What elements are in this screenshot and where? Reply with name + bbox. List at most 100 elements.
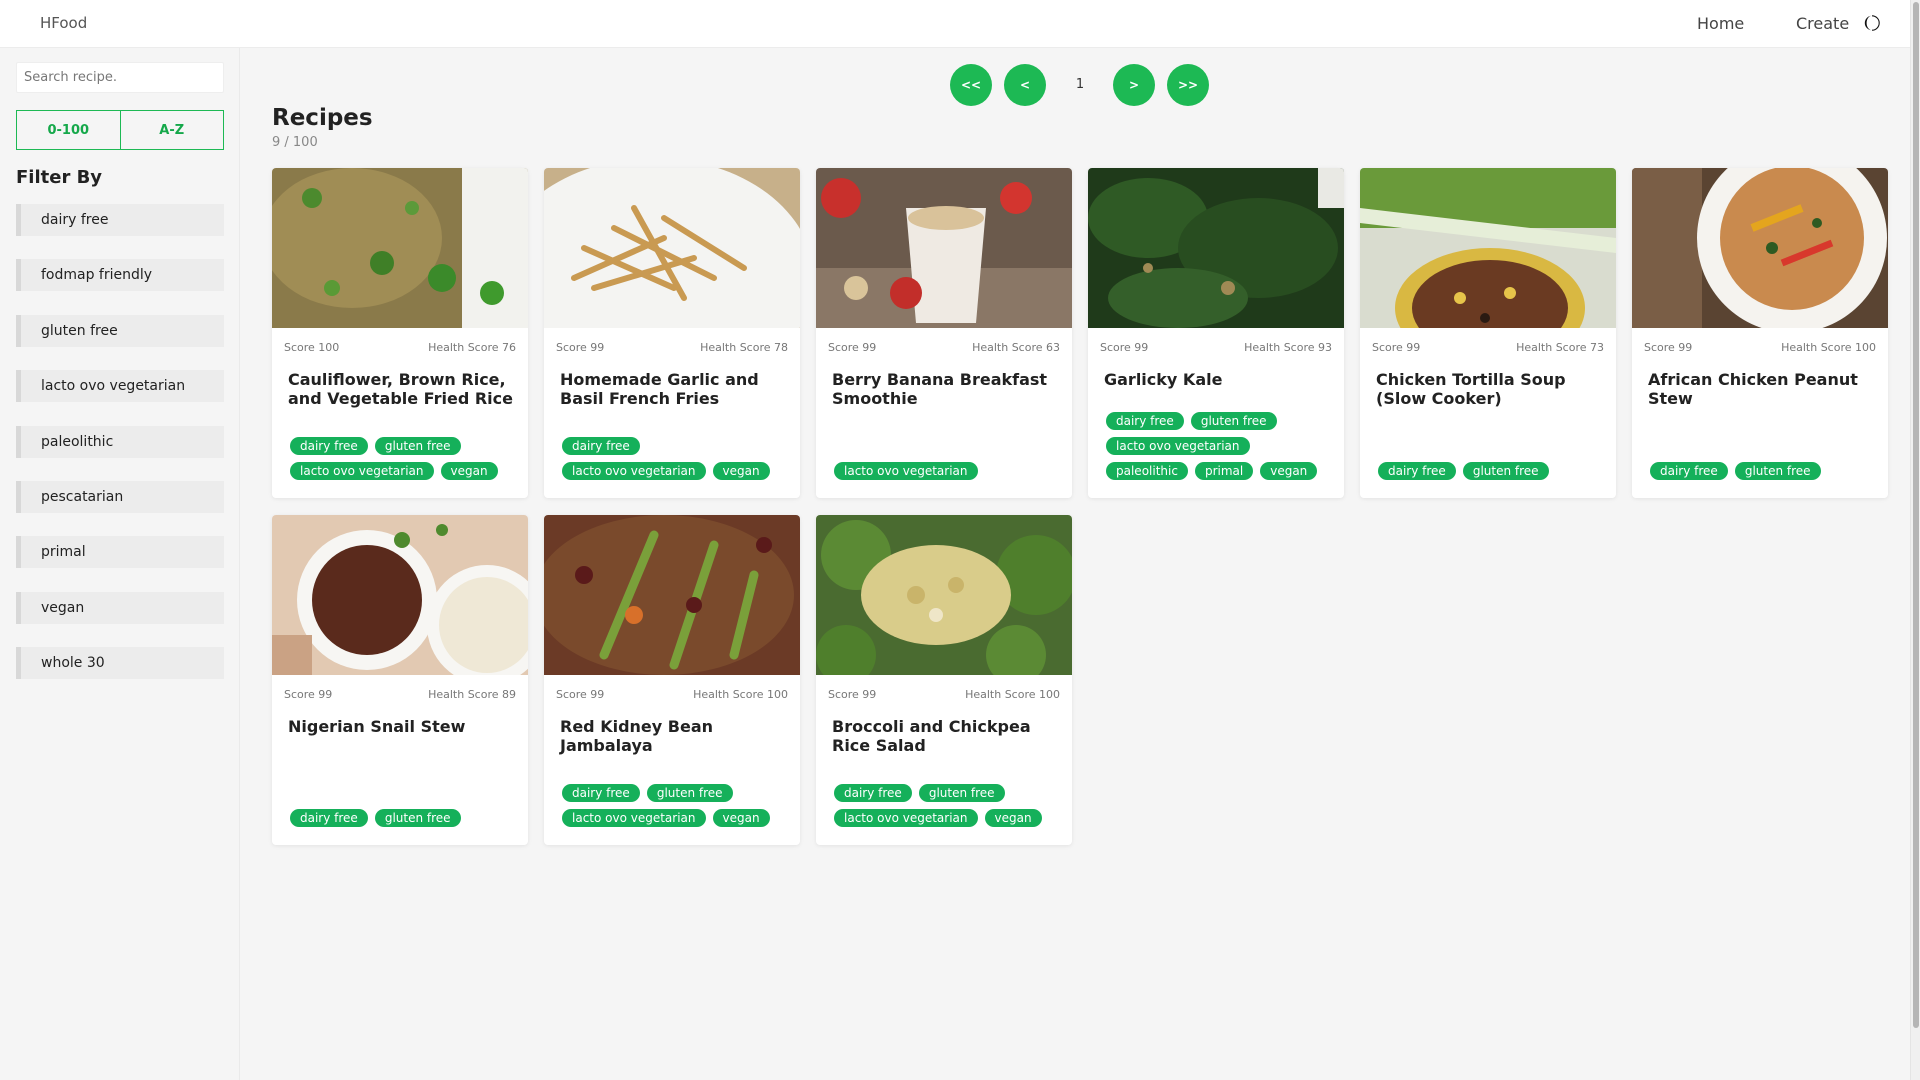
recipe-card[interactable]: Score 100 Health Score 76 Cauliflower, B… [272, 168, 528, 498]
diet-tag: lacto ovo vegetarian [562, 462, 706, 480]
recipe-title[interactable]: Nigerian Snail Stew [288, 717, 516, 736]
filter-item-primal[interactable]: primal [16, 536, 224, 569]
diet-tag: vegan [712, 462, 770, 480]
recipe-card[interactable]: Score 99 Health Score 73 Chicken Tortill… [1360, 168, 1616, 498]
scrollbar-thumb[interactable] [1913, 2, 1919, 1028]
filter-item-paleolithic[interactable]: paleolithic [16, 425, 224, 458]
recipe-health-score: Health Score 78 [700, 341, 788, 354]
diet-tag: gluten free [1190, 412, 1277, 430]
fried-rice-photo [272, 168, 528, 328]
diet-tag: dairy free [290, 437, 368, 455]
top-navbar: HFood Home Create [0, 0, 1910, 48]
diet-tag: gluten free [646, 784, 733, 802]
pager-current-page: 1 [1075, 77, 1085, 92]
recipe-title[interactable]: Chicken Tortilla Soup (Slow Cooker) [1376, 370, 1604, 408]
recipe-health-score: Health Score 89 [428, 688, 516, 701]
recipe-title[interactable]: Red Kidney Bean Jambalaya [560, 717, 788, 755]
diet-tag: lacto ovo vegetarian [834, 462, 978, 480]
recipe-card[interactable]: Score 99 Health Score 89 Nigerian Snail … [272, 515, 528, 845]
diet-tag: lacto ovo vegetarian [1106, 437, 1250, 455]
recipe-title[interactable]: Homemade Garlic and Basil French Fries [560, 370, 788, 408]
search-input[interactable] [16, 62, 224, 93]
recipe-health-score: Health Score 100 [965, 688, 1060, 701]
diet-tag: gluten free [918, 784, 1005, 802]
recipe-health-score: Health Score 73 [1516, 341, 1604, 354]
recipe-score: Score 99 [1372, 341, 1421, 354]
recipe-card[interactable]: Score 99 Health Score 63 Berry Banana Br… [816, 168, 1072, 498]
peanut-stew-photo [1632, 168, 1888, 328]
jambalaya-photo [544, 515, 800, 675]
recipe-tags: dairy free gluten free lacto ovo vegetar… [834, 784, 1062, 827]
diet-tag: vegan [984, 809, 1042, 827]
recipe-score: Score 99 [1644, 341, 1693, 354]
recipe-health-score: Health Score 93 [1244, 341, 1332, 354]
sort-toggle-group: 0-100 A-Z [16, 110, 224, 150]
diet-tag: dairy free [834, 784, 912, 802]
recipe-tags: dairy free gluten free [1378, 462, 1606, 480]
pager-next-button[interactable]: > [1113, 64, 1155, 106]
recipe-card[interactable]: Score 99 Health Score 93 Garlicky Kale d… [1088, 168, 1344, 498]
filter-item-pescatarian[interactable]: pescatarian [16, 480, 224, 513]
theme-toggle-icon[interactable] [1863, 14, 1881, 32]
pager-last-button[interactable]: >> [1167, 64, 1209, 106]
recipe-score: Score 99 [828, 341, 877, 354]
diet-tag: vegan [712, 809, 770, 827]
recipe-card[interactable]: Score 99 Health Score 78 Homemade Garlic… [544, 168, 800, 498]
recipe-card[interactable]: Score 99 Health Score 100 Red Kidney Bea… [544, 515, 800, 845]
recipe-title[interactable]: Cauliflower, Brown Rice, and Vegetable F… [288, 370, 516, 408]
recipe-tags: dairy free gluten free lacto ovo vegetar… [290, 437, 518, 480]
recipe-score: Score 99 [828, 688, 877, 701]
filter-item-whole-30[interactable]: whole 30 [16, 647, 224, 680]
filter-item-lacto-ovo-vegetarian[interactable]: lacto ovo vegetarian [16, 370, 224, 403]
diet-tag: dairy free [562, 784, 640, 802]
filter-title: Filter By [16, 167, 103, 188]
recipe-title[interactable]: Broccoli and Chickpea Rice Salad [832, 717, 1060, 755]
recipe-title[interactable]: Berry Banana Breakfast Smoothie [832, 370, 1060, 408]
recipe-title[interactable]: Garlicky Kale [1104, 370, 1332, 389]
diet-tag: dairy free [1378, 462, 1456, 480]
diet-tag: lacto ovo vegetarian [562, 809, 706, 827]
tortilla-soup-photo [1360, 168, 1616, 328]
pager-prev-button[interactable]: < [1004, 64, 1046, 106]
diet-tag: lacto ovo vegetarian [834, 809, 978, 827]
recipe-tags: dairy free gluten free lacto ovo vegetar… [1106, 412, 1334, 480]
nav-create-link[interactable]: Create [1796, 14, 1849, 33]
sort-alpha-button[interactable]: A-Z [119, 111, 224, 149]
recipe-score: Score 100 [284, 341, 340, 354]
filter-item-dairy-free[interactable]: dairy free [16, 204, 224, 236]
diet-tag: dairy free [562, 437, 640, 455]
recipe-card[interactable]: Score 99 Health Score 100 African Chicke… [1632, 168, 1888, 498]
recipe-count: 9 / 100 [272, 135, 318, 150]
kale-photo [1088, 168, 1344, 328]
recipe-tags: dairy free gluten free [290, 809, 518, 827]
recipe-tags: dairy free lacto ovo vegetarian vegan [562, 437, 790, 480]
recipe-score: Score 99 [1100, 341, 1149, 354]
recipe-health-score: Health Score 76 [428, 341, 516, 354]
filter-item-gluten-free[interactable]: gluten free [16, 314, 224, 347]
french-fries-photo [544, 168, 800, 328]
recipe-health-score: Health Score 100 [1781, 341, 1876, 354]
diet-tag: gluten free [374, 809, 461, 827]
recipe-card[interactable]: Score 99 Health Score 100 Broccoli and C… [816, 515, 1072, 845]
filter-item-vegan[interactable]: vegan [16, 591, 224, 624]
snail-stew-photo [272, 515, 528, 675]
diet-tag: primal [1194, 462, 1254, 480]
pager-first-button[interactable]: << [950, 64, 992, 106]
broccoli-salad-photo [816, 515, 1072, 675]
diet-tag: gluten free [1734, 462, 1821, 480]
diet-tag: vegan [1260, 462, 1318, 480]
sort-score-button[interactable]: 0-100 [17, 111, 120, 149]
recipe-title[interactable]: African Chicken Peanut Stew [1648, 370, 1876, 408]
sidebar: 0-100 A-Z Filter By dairy free fodmap fr… [0, 48, 240, 1080]
diet-tag: paleolithic [1106, 462, 1188, 480]
nav-home-link[interactable]: Home [1697, 14, 1744, 33]
page-scrollbar[interactable] [1910, 0, 1920, 1080]
filter-item-fodmap-friendly[interactable]: fodmap friendly [16, 259, 224, 292]
diet-tag: vegan [440, 462, 498, 480]
recipe-score: Score 99 [284, 688, 333, 701]
diet-tag: gluten free [1462, 462, 1549, 480]
diet-tag: gluten free [374, 437, 461, 455]
diet-tag: dairy free [290, 809, 368, 827]
diet-tag: lacto ovo vegetarian [290, 462, 434, 480]
brand-logo[interactable]: HFood [40, 14, 87, 32]
